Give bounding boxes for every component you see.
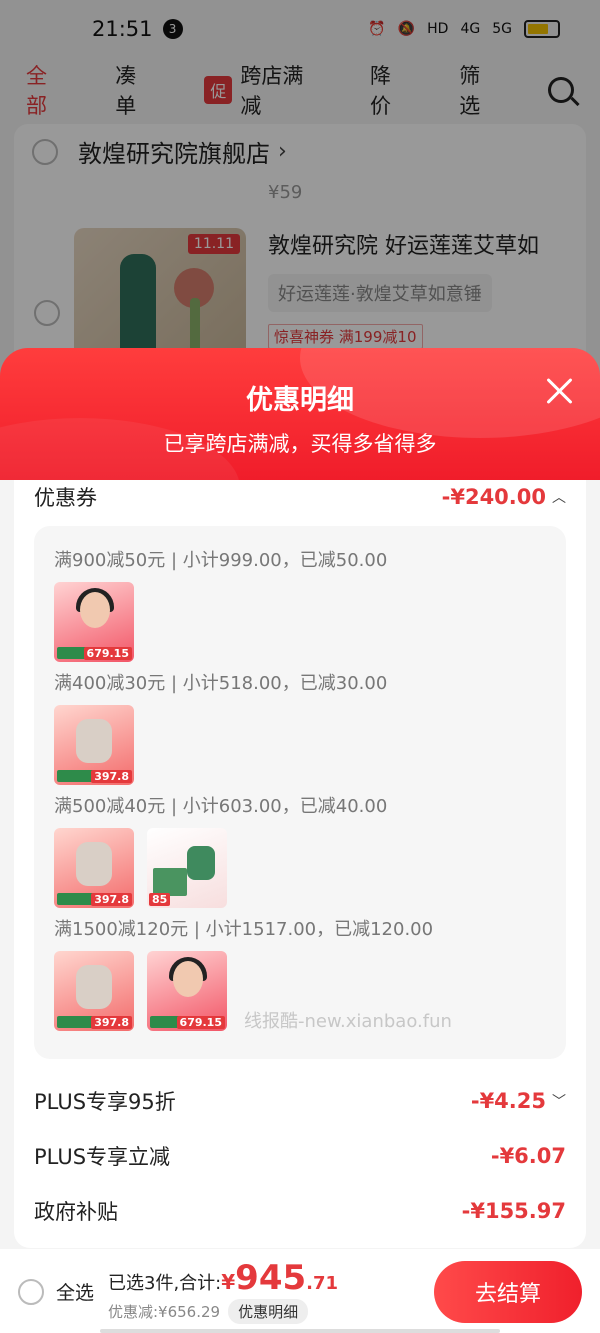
- select-all-radio[interactable]: [18, 1278, 44, 1305]
- home-indicator: [100, 1329, 500, 1333]
- summary-prefix: 已选3件,合计:: [108, 1273, 222, 1294]
- plus-discount-value: -¥4.25: [470, 1089, 546, 1113]
- coupon-group-title: 满500减40元 | 小计603.00，已减40.00: [54, 796, 388, 817]
- coupon-item-thumb[interactable]: 397.8: [54, 828, 134, 908]
- thumb-price: 679.15: [176, 1016, 225, 1029]
- thumb-price: 397.8: [91, 1016, 132, 1029]
- coupon-group-title: 满1500减120元 | 小计1517.00，已减120.00: [54, 919, 434, 940]
- select-all[interactable]: 全选: [18, 1278, 94, 1305]
- coupon-item-thumb[interactable]: 679.15: [54, 582, 134, 662]
- close-icon[interactable]: [544, 376, 574, 406]
- coupon-item-thumb[interactable]: 679.15: [147, 951, 227, 1031]
- thumb-price: 397.8: [91, 770, 132, 783]
- gov-subsidy-label: 政府补贴: [34, 1200, 118, 1224]
- coupon-item-thumb[interactable]: 397.8: [54, 951, 134, 1031]
- plus-reduce-row: PLUS专享立减 -¥6.07: [34, 1141, 566, 1171]
- plus-reduce-value: -¥6.07: [490, 1144, 566, 1168]
- checkout-bar: 全选 已选3件,合计: ¥ 945 .71 优惠减:¥656.29 优惠明细 去…: [0, 1249, 600, 1333]
- thumb-price: 397.8: [91, 893, 132, 906]
- order-summary: 已选3件,合计: ¥ 945 .71 优惠减:¥656.29 优惠明细: [108, 1259, 338, 1324]
- total-amount-int: 945: [235, 1258, 307, 1298]
- chevron-up-icon[interactable]: ︿: [552, 487, 566, 507]
- thumb-price: 679.15: [83, 647, 132, 660]
- saved-amount: 优惠减:¥656.29: [108, 1303, 221, 1321]
- discount-sheet-body: 优惠券 -¥240.00 ︿ 满900减50元 | 小计999.00，已减50.…: [0, 480, 600, 1333]
- sheet-header: 优惠明细 已享跨店满减，买得多省得多: [0, 348, 600, 482]
- discount-detail-button[interactable]: 优惠明细: [228, 1299, 309, 1324]
- plus-reduce-label: PLUS专享立减: [34, 1145, 171, 1169]
- plus-discount-row[interactable]: PLUS专享95折 -¥4.25 ﹀: [34, 1086, 566, 1116]
- total-amount-dec: .71: [306, 1273, 339, 1294]
- coupon-row[interactable]: 优惠券 -¥240.00 ︿: [34, 482, 566, 512]
- watermark: 线报酷-new.xianbao.fun: [244, 1011, 452, 1032]
- coupon-groups: 满900减50元 | 小计999.00，已减50.00 679.15 满400减…: [34, 526, 566, 1059]
- gov-subsidy-row: 政府补贴 -¥155.97: [34, 1196, 566, 1226]
- coupon-group-title: 满400减30元 | 小计518.00，已减30.00: [54, 673, 388, 694]
- chevron-down-icon[interactable]: ﹀: [552, 1091, 566, 1111]
- sheet-subtitle: 已享跨店满减，买得多省得多: [163, 432, 437, 456]
- coupon-item-thumb[interactable]: 85: [147, 828, 227, 908]
- gov-subsidy-value: -¥155.97: [461, 1199, 566, 1223]
- checkout-button[interactable]: 去结算: [434, 1261, 582, 1323]
- coupon-value: -¥240.00: [441, 485, 546, 509]
- coupon-group-title: 满900减50元 | 小计999.00，已减50.00: [54, 550, 388, 571]
- currency-symbol: ¥: [221, 1270, 236, 1294]
- discount-card: 优惠券 -¥240.00 ︿ 满900减50元 | 小计999.00，已减50.…: [14, 480, 586, 1248]
- plus-discount-label: PLUS专享95折: [34, 1090, 176, 1114]
- coupon-item-thumb[interactable]: 397.8: [54, 705, 134, 785]
- select-all-label[interactable]: 全选: [56, 1278, 94, 1305]
- coupon-label: 优惠券: [34, 486, 97, 510]
- sheet-title: 优惠明细: [246, 385, 354, 416]
- thumb-price: 85: [149, 893, 171, 906]
